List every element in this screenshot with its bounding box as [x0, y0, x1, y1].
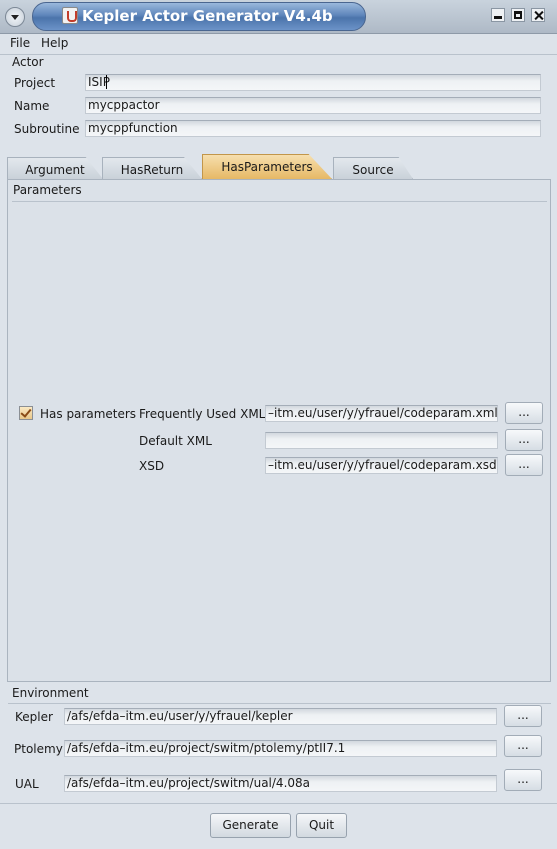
- window-menu-icon[interactable]: [5, 7, 25, 27]
- java-app-icon: [62, 7, 78, 24]
- maximize-icon[interactable]: [511, 8, 525, 22]
- name-field[interactable]: mycppactor: [85, 97, 541, 114]
- default-xml-field[interactable]: [265, 432, 498, 449]
- has-parameters-checkbox[interactable]: [19, 406, 33, 420]
- xsd-browse-button[interactable]: ...: [505, 454, 543, 476]
- kepler-label: Kepler: [15, 710, 53, 724]
- tab-hasparameters[interactable]: HasParameters: [202, 154, 332, 179]
- menu-file[interactable]: File: [10, 36, 30, 50]
- frequent-xml-label: Frequently Used XML: [139, 407, 266, 421]
- tab-argument[interactable]: Argument: [7, 157, 103, 179]
- menu-bar: [0, 34, 557, 53]
- has-parameters-label: Has parameters: [40, 407, 137, 421]
- frequent-xml-field[interactable]: –itm.eu/user/y/yfrauel/codeparam.xml: [265, 405, 498, 422]
- project-field[interactable]: ISIP: [85, 74, 541, 91]
- close-icon[interactable]: [531, 8, 545, 22]
- name-label: Name: [14, 99, 50, 113]
- menu-help[interactable]: Help: [41, 36, 68, 50]
- tab-source[interactable]: Source: [333, 157, 413, 179]
- ptolemy-label: Ptolemy: [14, 742, 63, 756]
- default-xml-label: Default XML: [139, 434, 212, 448]
- ual-browse-button[interactable]: ...: [504, 769, 542, 791]
- environment-separator: [8, 703, 551, 704]
- window-title: Kepler Actor Generator V4.4b: [82, 7, 333, 25]
- generate-button[interactable]: Generate: [210, 813, 291, 838]
- frequent-xml-browse-button[interactable]: ...: [505, 402, 543, 424]
- quit-button[interactable]: Quit: [296, 813, 347, 838]
- minimize-icon[interactable]: [491, 8, 505, 22]
- ptolemy-browse-button[interactable]: ...: [504, 735, 542, 757]
- parameters-panel: [7, 179, 551, 682]
- xsd-label: XSD: [139, 459, 165, 473]
- environment-group-label: Environment: [12, 686, 89, 700]
- kepler-path-field[interactable]: /afs/efda–itm.eu/user/y/yfrauel/kepler: [64, 708, 497, 725]
- xsd-field[interactable]: –itm.eu/user/y/yfrauel/codeparam.xsd: [265, 457, 498, 474]
- subroutine-label: Subroutine: [14, 122, 80, 136]
- subroutine-field[interactable]: mycppfunction: [85, 120, 541, 137]
- footer-separator: [0, 803, 557, 804]
- text-cursor: [106, 75, 107, 89]
- ual-label: UAL: [15, 777, 39, 791]
- menu-separator: [0, 54, 557, 55]
- parameters-group-label: Parameters: [13, 183, 82, 197]
- ptolemy-path-field[interactable]: /afs/efda–itm.eu/project/switm/ptolemy/p…: [64, 740, 497, 757]
- actor-group-label: Actor: [12, 55, 44, 69]
- ual-path-field[interactable]: /afs/efda–itm.eu/project/switm/ual/4.08a: [64, 775, 497, 792]
- tab-hasreturn[interactable]: HasReturn: [102, 157, 202, 179]
- default-xml-browse-button[interactable]: ...: [505, 429, 543, 451]
- project-label: Project: [14, 76, 56, 90]
- kepler-browse-button[interactable]: ...: [504, 705, 542, 727]
- parameters-separator: [12, 201, 547, 202]
